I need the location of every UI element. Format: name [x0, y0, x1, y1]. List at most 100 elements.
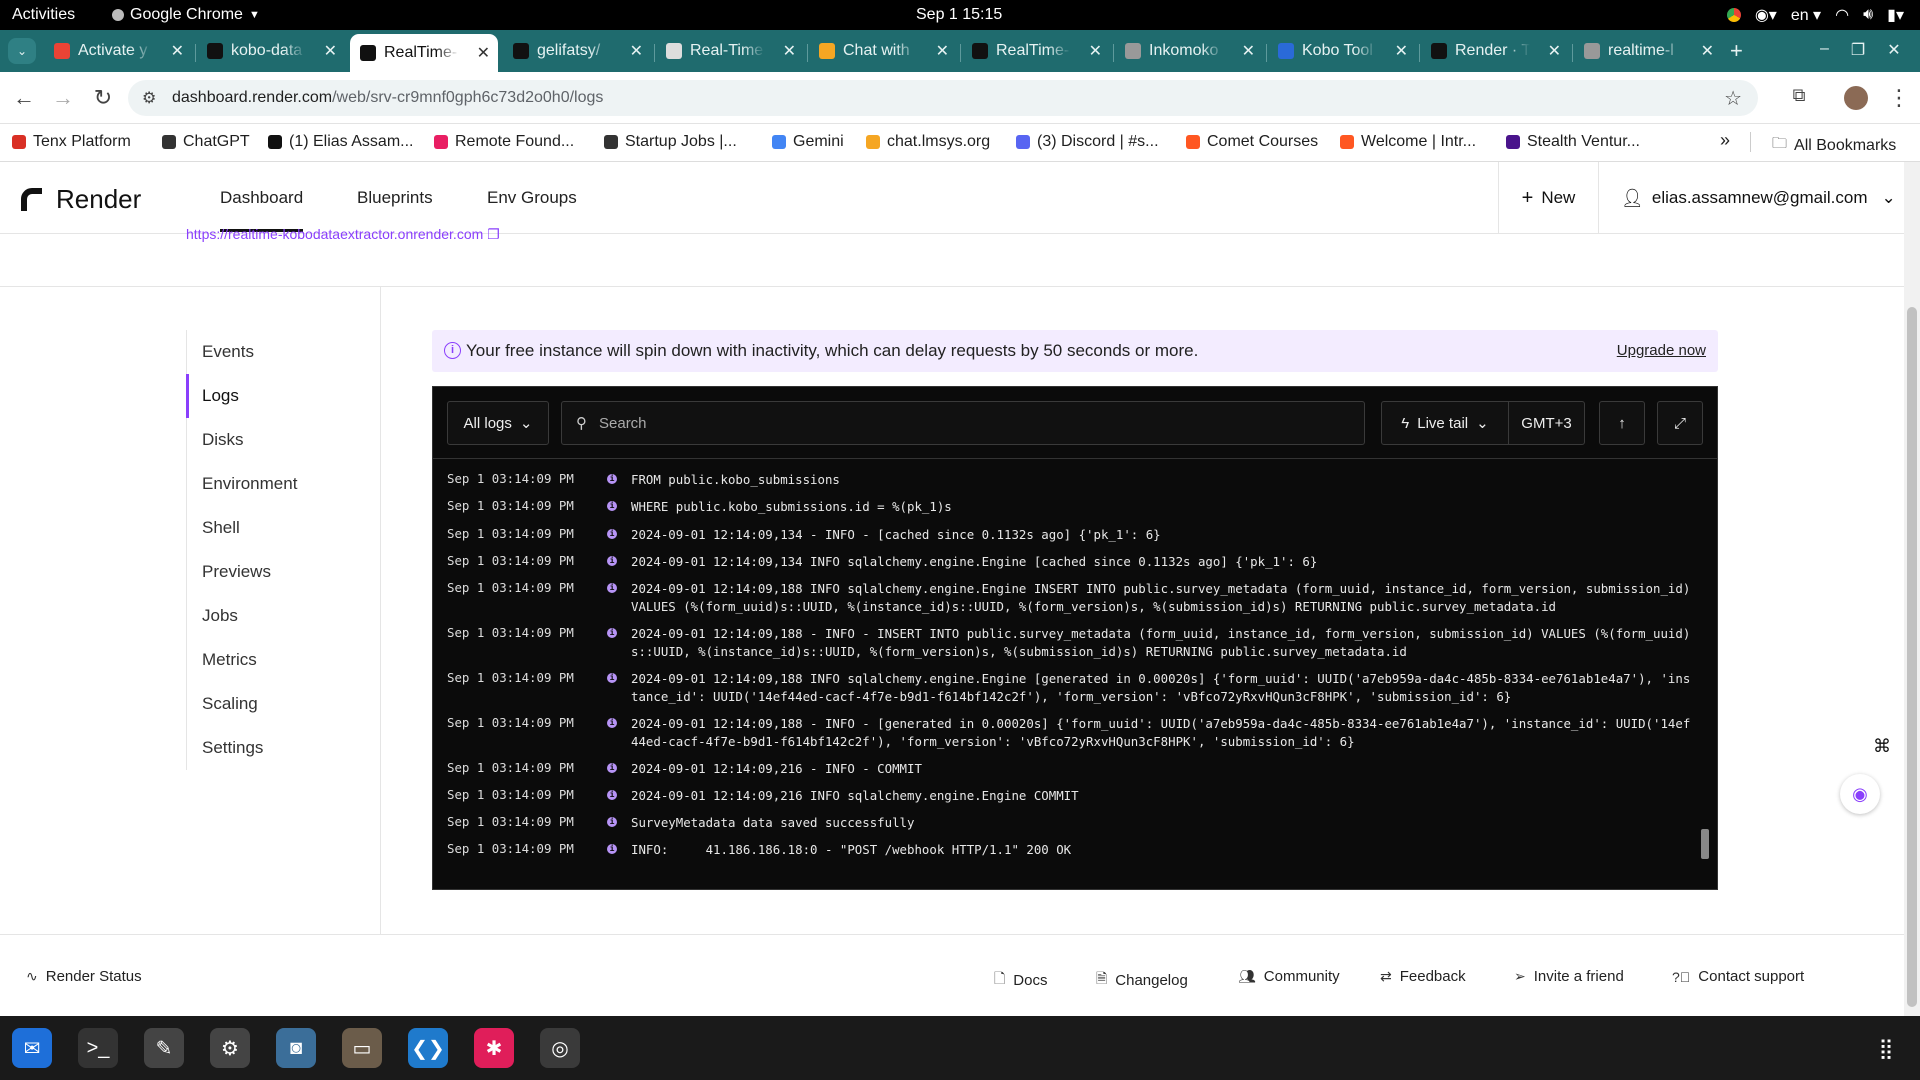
thunderbird-icon[interactable]: ✉ — [12, 1028, 52, 1068]
profile-avatar[interactable] — [1844, 86, 1868, 110]
bookmark-item[interactable]: Startup Jobs |... — [604, 133, 737, 151]
close-tab-icon[interactable]: ✕ — [1089, 41, 1102, 61]
terminal-icon[interactable]: >_ — [78, 1028, 118, 1068]
activities-button[interactable]: Activities — [12, 6, 75, 24]
nav-blueprints[interactable]: Blueprints — [357, 188, 433, 208]
bookmark-item[interactable]: (3) Discord | #s... — [1016, 133, 1159, 151]
browser-tab[interactable]: Activate y ✕ — [44, 36, 192, 66]
log-scroll-thumb[interactable] — [1701, 829, 1709, 859]
close-tab-icon[interactable]: ✕ — [1395, 41, 1408, 61]
page-scroll-thumb[interactable] — [1907, 307, 1917, 1007]
browser-tab[interactable]: realtime-l ✕ — [1574, 36, 1722, 66]
close-tab-icon[interactable]: ✕ — [630, 41, 643, 61]
close-tab-icon[interactable]: ✕ — [1242, 41, 1255, 61]
system-tray[interactable]: ◉▾ en ▾ ◠ 🔊︎ ▮▾ — [1726, 5, 1904, 25]
extensions-icon[interactable]: ⧉ — [1786, 85, 1812, 106]
settings-icon[interactable]: ⚙ — [210, 1028, 250, 1068]
render-logo[interactable]: Render — [20, 184, 141, 215]
address-url[interactable]: dashboard.render.com/web/srv-cr9mnf0gph6… — [172, 89, 603, 107]
fullscreen-button[interactable]: ⤢ — [1657, 401, 1703, 445]
sidebar-item-settings[interactable]: Settings — [186, 726, 382, 770]
close-tab-icon[interactable]: ✕ — [477, 43, 490, 63]
bookmark-item[interactable]: Comet Courses — [1186, 133, 1318, 151]
sidebar-item-previews[interactable]: Previews — [186, 550, 382, 594]
copy-icon[interactable]: ❐ — [487, 226, 500, 242]
close-tab-icon[interactable]: ✕ — [324, 41, 337, 61]
footer-link[interactable]: ∿ Render Status — [26, 968, 142, 985]
app-grid-icon[interactable]: ⣿ — [1866, 1028, 1906, 1068]
timezone-button[interactable]: GMT+3 — [1508, 401, 1585, 445]
sidebar-item-scaling[interactable]: Scaling — [186, 682, 382, 726]
nav-env-groups[interactable]: Env Groups — [487, 188, 577, 208]
forward-icon[interactable]: → — [50, 85, 76, 111]
browser-tab[interactable]: Real-Time ✕ — [656, 36, 804, 66]
bookmark-item[interactable]: ChatGPT — [162, 133, 250, 151]
maximize-icon[interactable]: ❐ — [1851, 40, 1865, 60]
browser-tab[interactable]: Kobo Tool ✕ — [1268, 36, 1416, 66]
sidebar-item-metrics[interactable]: Metrics — [186, 638, 382, 682]
service-url-link[interactable]: https://realtime-kobodataextractor.onren… — [186, 226, 500, 243]
tab-search-button[interactable]: ⌄ — [8, 38, 36, 64]
footer-link[interactable]: ?⃝ Contact support — [1672, 968, 1804, 985]
footer-link[interactable]: ⇄ Feedback — [1380, 968, 1466, 985]
sidebar-item-events[interactable]: Events — [186, 330, 382, 374]
sidebar-item-logs[interactable]: Logs — [186, 374, 382, 418]
browser-tab[interactable]: kobo-data ✕ — [197, 36, 345, 66]
site-info-icon[interactable]: ⚙ — [142, 88, 156, 108]
account-menu[interactable]: 👤︎ elias.assamnew@gmail.com ⌄ — [1598, 162, 1904, 234]
all-bookmarks-button[interactable]: 🗀 All Bookmarks — [1772, 133, 1896, 158]
bookmark-item[interactable]: chat.lmsys.org — [866, 133, 990, 151]
clock[interactable]: Sep 1 15:15 — [916, 6, 1002, 24]
address-bar[interactable]: ⚙ dashboard.render.com/web/srv-cr9mnf0gp… — [128, 80, 1758, 116]
minimize-icon[interactable]: – — [1820, 40, 1829, 60]
sidebar-item-disks[interactable]: Disks — [186, 418, 382, 462]
close-tab-icon[interactable]: ✕ — [1701, 41, 1714, 61]
close-tab-icon[interactable]: ✕ — [936, 41, 949, 61]
new-tab-button[interactable]: + — [1724, 36, 1754, 66]
page-scrollbar[interactable] — [1904, 162, 1920, 1016]
sidebar-item-environment[interactable]: Environment — [186, 462, 382, 506]
scroll-top-button[interactable]: ↑ — [1599, 401, 1645, 445]
chrome-status-icon[interactable] — [1726, 8, 1741, 22]
text-editor-icon[interactable]: ✎ — [144, 1028, 184, 1068]
reload-icon[interactable]: ↻ — [90, 85, 116, 111]
browser-tab[interactable]: Render · T ✕ — [1421, 36, 1569, 66]
browser-tab[interactable]: RealTime- ✕ — [962, 36, 1110, 66]
bookmark-item[interactable]: Gemini — [772, 133, 844, 151]
close-tab-icon[interactable]: ✕ — [1548, 41, 1561, 61]
footer-link[interactable]: ➢ Invite a friend — [1514, 968, 1624, 985]
footer-link[interactable]: 🗎︎ Changelog — [1096, 968, 1188, 992]
upgrade-now-link[interactable]: Upgrade now — [1617, 342, 1706, 359]
chrome-menu-icon[interactable]: ⋮ — [1886, 85, 1912, 111]
live-tail-button[interactable]: ϟ Live tail ⌄ — [1381, 401, 1509, 445]
bookmark-item[interactable]: Stealth Ventur... — [1506, 133, 1640, 151]
browser-tab[interactable]: RealTime- ✕ — [350, 34, 498, 72]
browser-tab[interactable]: Chat with ✕ — [809, 36, 957, 66]
translate-widget-icon[interactable]: ⌘ — [1862, 726, 1902, 766]
slack-icon[interactable]: ✱ — [474, 1028, 514, 1068]
close-icon[interactable]: ✕ — [1887, 40, 1900, 60]
bookmark-star-icon[interactable]: ☆ — [1724, 86, 1742, 111]
language-indicator[interactable]: en ▾ — [1791, 5, 1821, 25]
bookmark-item[interactable]: Welcome | Intr... — [1340, 133, 1476, 151]
log-search-input[interactable]: ⚲ Search — [561, 401, 1365, 445]
footer-link[interactable]: 👥︎ Community — [1238, 968, 1340, 985]
accessibility-icon[interactable]: ◉▾ — [1755, 5, 1777, 25]
browser-tab[interactable]: Inkomoko ✕ — [1115, 36, 1263, 66]
back-icon[interactable]: ← — [11, 85, 37, 111]
bookmarks-overflow-button[interactable]: » — [1720, 130, 1730, 151]
log-filter-select[interactable]: All logs ⌄ — [447, 401, 549, 445]
chrome-icon[interactable]: ◎ — [540, 1028, 580, 1068]
vscode-icon[interactable]: ❮❯ — [408, 1028, 448, 1068]
bookmark-item[interactable]: (1) Elias Assam... — [268, 133, 413, 151]
files-icon[interactable]: ▭ — [342, 1028, 382, 1068]
bookmark-item[interactable]: Remote Found... — [434, 133, 574, 151]
browser-tab[interactable]: gelifatsy/ ✕ — [503, 36, 651, 66]
sidebar-item-jobs[interactable]: Jobs — [186, 594, 382, 638]
app-menu[interactable]: Google Chrome ▼ — [112, 6, 260, 24]
bookmark-item[interactable]: Tenx Platform — [12, 133, 131, 151]
assistant-widget-icon[interactable]: ◉ — [1840, 774, 1880, 814]
new-button[interactable]: + New — [1498, 162, 1598, 234]
footer-link[interactable]: 🗋︎ Docs — [994, 968, 1047, 992]
screenshot-icon[interactable]: ◙ — [276, 1028, 316, 1068]
